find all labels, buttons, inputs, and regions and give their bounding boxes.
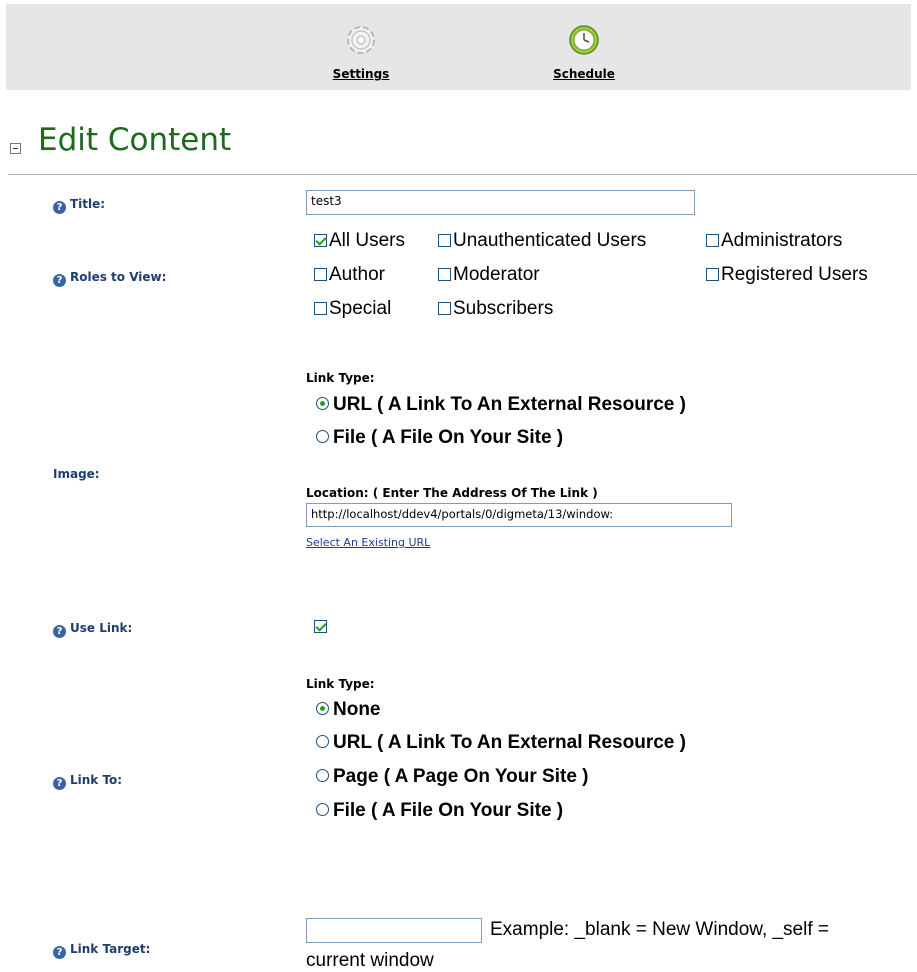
collapse-icon[interactable] xyxy=(10,143,21,154)
roles-label: ? Roles to View: xyxy=(53,270,166,287)
use-link-label: ? Use Link: xyxy=(53,621,132,638)
link-target-hint: Example: _blank = New Window, _self = xyxy=(490,919,830,940)
role-unauthenticated-users[interactable]: Unauthenticated Users xyxy=(438,230,646,252)
page-title: Edit Content xyxy=(38,122,232,158)
help-icon[interactable]: ? xyxy=(53,201,66,214)
checkbox[interactable] xyxy=(314,302,327,315)
radio[interactable] xyxy=(316,803,329,816)
radio-selected[interactable] xyxy=(316,702,329,715)
use-link-checkbox[interactable] xyxy=(314,620,327,633)
settings-label: Settings xyxy=(332,67,390,81)
help-icon[interactable]: ? xyxy=(53,946,66,959)
radio[interactable] xyxy=(316,430,329,443)
role-all-users[interactable]: All Users xyxy=(314,230,405,252)
link-to-label: ? Link To: xyxy=(53,773,122,790)
checkbox[interactable] xyxy=(706,268,719,281)
settings-button[interactable]: Settings xyxy=(311,20,411,81)
checkbox[interactable] xyxy=(438,302,451,315)
role-author[interactable]: Author xyxy=(314,264,385,286)
title-label: ? Title: xyxy=(53,197,105,214)
location-input[interactable]: http://localhost/ddev4/portals/0/digmeta… xyxy=(306,503,732,527)
image-link-type-label: Link Type: xyxy=(306,371,375,385)
checkbox[interactable] xyxy=(314,268,327,281)
help-icon[interactable]: ? xyxy=(53,777,66,790)
role-special[interactable]: Special xyxy=(314,298,391,320)
title-input[interactable]: test3 xyxy=(306,190,695,215)
radio[interactable] xyxy=(316,769,329,782)
schedule-label: Schedule xyxy=(553,67,615,81)
location-label: Location: ( Enter The Address Of The Lin… xyxy=(306,486,598,500)
link-to-link-type-label: Link Type: xyxy=(306,677,375,691)
link-target-label: ? Link Target: xyxy=(53,942,150,959)
link-option-file[interactable]: File ( A File On Your Site ) xyxy=(316,800,563,822)
help-icon[interactable]: ? xyxy=(53,625,66,638)
section-header: Edit Content xyxy=(8,122,917,175)
link-option-page[interactable]: Page ( A Page On Your Site ) xyxy=(316,766,589,788)
checkbox[interactable] xyxy=(438,268,451,281)
link-option-none[interactable]: None xyxy=(316,699,381,721)
checkbox[interactable] xyxy=(706,234,719,247)
select-existing-url-link[interactable]: Select An Existing URL xyxy=(306,536,430,549)
image-option-url[interactable]: URL ( A Link To An External Resource ) xyxy=(316,394,686,416)
image-label: Image: xyxy=(53,467,100,481)
role-subscribers[interactable]: Subscribers xyxy=(438,298,553,320)
checkbox-checked[interactable] xyxy=(314,234,327,247)
image-option-file[interactable]: File ( A File On Your Site ) xyxy=(316,427,563,449)
role-moderator[interactable]: Moderator xyxy=(438,264,540,286)
link-option-url[interactable]: URL ( A Link To An External Resource ) xyxy=(316,732,686,754)
checkbox[interactable] xyxy=(438,234,451,247)
radio[interactable] xyxy=(316,735,329,748)
toolbar: Settings Schedule xyxy=(6,4,911,90)
link-target-input[interactable] xyxy=(306,918,482,943)
schedule-button[interactable]: Schedule xyxy=(534,20,634,81)
help-icon[interactable]: ? xyxy=(53,274,66,287)
clock-icon xyxy=(564,20,604,60)
link-target-hint-cont: current window xyxy=(306,950,434,971)
role-administrators[interactable]: Administrators xyxy=(706,230,842,252)
role-registered-users[interactable]: Registered Users xyxy=(706,264,868,286)
radio-selected[interactable] xyxy=(316,397,329,410)
gear-icon xyxy=(341,20,381,60)
